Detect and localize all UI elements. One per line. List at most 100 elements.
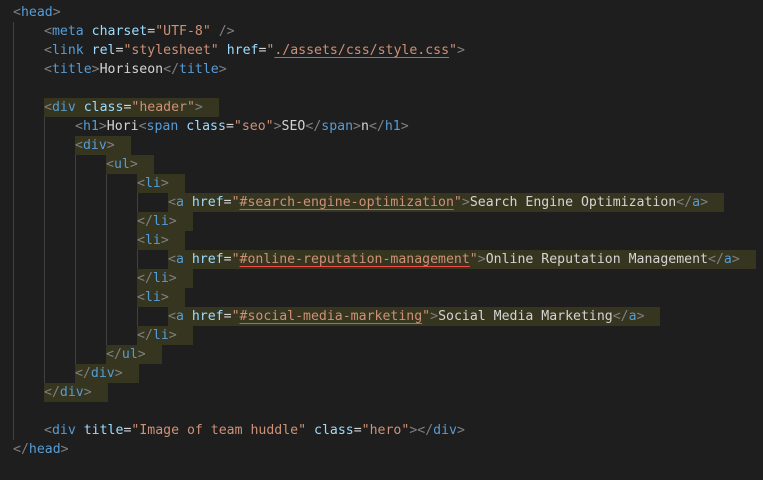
indent-guide: [13, 22, 14, 440]
code-token: <: [137, 176, 145, 191]
code-line[interactable]: </head>: [13, 440, 69, 459]
code-token: <: [168, 195, 176, 210]
code-line[interactable]: </li>: [137, 212, 193, 231]
code-token: link: [51, 43, 84, 58]
code-token: <: [137, 290, 145, 305]
code-token: div: [51, 100, 76, 115]
indent-guide: [106, 174, 107, 345]
code-line[interactable]: <ul>: [106, 155, 154, 174]
code-token: <: [44, 24, 52, 39]
code-token: ul: [113, 157, 130, 172]
code-line[interactable]: </div>: [75, 364, 139, 383]
code-token: ": [449, 43, 457, 58]
code-token: </: [612, 309, 629, 324]
code-token: h1: [384, 119, 401, 134]
code-token: >: [168, 271, 177, 286]
code-token: "seo": [233, 119, 274, 134]
indent-guide: [75, 155, 76, 364]
code-token: >: [430, 309, 439, 324]
code-line[interactable]: <title>Horiseon</title>: [44, 60, 227, 79]
code-token: n: [360, 119, 369, 134]
code-token: ": [453, 195, 462, 210]
code-line[interactable]: <div class="header">: [44, 98, 219, 117]
code-line[interactable]: <li>: [137, 231, 185, 250]
code-line[interactable]: <meta charset="UTF-8" />: [44, 22, 235, 41]
code-token: >: [477, 252, 486, 267]
code-line[interactable]: <h1>Hori<span class="seo">SEO</span>n</h…: [75, 117, 409, 136]
code-token: =: [223, 252, 232, 267]
code-token: href: [191, 309, 224, 324]
code-line[interactable]: <link rel="stylesheet" href="./assets/cs…: [44, 41, 465, 60]
code-token: </: [75, 366, 91, 381]
code-token: <: [75, 138, 83, 153]
code-line[interactable]: <li>: [137, 288, 185, 307]
code-line[interactable]: <div title="Image of team huddle" class=…: [44, 421, 465, 440]
code-token: span: [146, 119, 179, 134]
code-line[interactable]: <a href="#online-reputation-management">…: [168, 250, 756, 269]
code-token: meta: [51, 24, 84, 39]
code-token: ": [231, 195, 240, 210]
code-token: >: [456, 43, 465, 58]
code-token: a: [628, 309, 637, 324]
code-token: <: [168, 252, 176, 267]
code-token: >: [194, 100, 203, 115]
code-editor[interactable]: <head> <meta charset="UTF-8" /> <link rel=…: [0, 0, 763, 480]
code-token: Horiseon: [99, 62, 164, 77]
code-token: </: [44, 385, 60, 400]
code-line[interactable]: <li>: [137, 174, 185, 193]
code-line[interactable]: <a href="#search-engine-optimization">Se…: [168, 193, 724, 212]
code-token: >: [218, 62, 227, 77]
code-line[interactable]: <div>: [75, 136, 131, 155]
code-token: </: [676, 195, 693, 210]
code-token: >: [400, 119, 409, 134]
code-token: <: [75, 119, 83, 134]
code-token: charset: [91, 24, 148, 39]
code-token: div: [433, 423, 457, 438]
code-token: <: [168, 309, 176, 324]
code-token: href: [226, 43, 259, 58]
code-token: Social Media Marketing: [438, 309, 613, 324]
code-line[interactable]: </li>: [137, 269, 193, 288]
code-token: </: [305, 119, 322, 134]
code-token: ": [422, 309, 431, 324]
code-token: head: [28, 442, 61, 457]
code-token: "stylesheet": [123, 43, 219, 58]
code-token: Hori: [106, 119, 139, 134]
code-token: >: [98, 119, 107, 134]
code-line[interactable]: <head>: [13, 3, 61, 22]
code-token: </: [137, 214, 153, 229]
code-token: >: [461, 195, 470, 210]
code-token: ./assets/css/style.css: [274, 43, 450, 58]
code-token: </: [137, 271, 153, 286]
code-token: li: [144, 233, 161, 248]
code-token: title: [179, 62, 219, 77]
code-token: >: [137, 347, 146, 362]
code-token: </: [13, 442, 29, 457]
code-token: >: [636, 309, 645, 324]
code-token: rel: [91, 43, 116, 58]
code-token: </: [708, 252, 724, 267]
code-token: href: [191, 195, 224, 210]
code-token: h1: [82, 119, 99, 134]
code-token: </: [137, 328, 153, 343]
code-line[interactable]: </ul>: [106, 345, 162, 364]
code-token: ": [231, 309, 240, 324]
code-token: >: [456, 423, 465, 438]
code-token: class: [314, 423, 354, 438]
code-token: #online-reputation-management: [239, 252, 470, 267]
code-token: a: [175, 309, 184, 324]
code-token: "UTF-8": [155, 24, 211, 39]
code-token: div: [51, 423, 76, 438]
code-token: <: [13, 5, 21, 20]
code-token: span: [321, 119, 354, 134]
code-line[interactable]: <a href="#social-media-marketing">Social…: [168, 307, 661, 326]
code-line[interactable]: </div>: [44, 383, 108, 402]
code-token: >: [106, 138, 115, 153]
code-line[interactable]: </li>: [137, 326, 193, 345]
code-token: li: [152, 328, 169, 343]
code-token: >: [160, 233, 169, 248]
